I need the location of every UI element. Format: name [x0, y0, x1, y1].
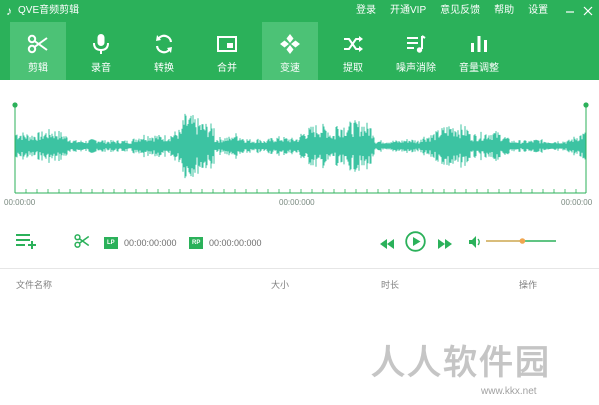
title-menu: 登录 开通VIP 意见反馈 帮助 设置 — [356, 5, 562, 17]
timeline-ticks — [14, 189, 577, 193]
vip-link[interactable]: 开通VIP — [390, 5, 426, 17]
right-handle[interactable] — [583, 102, 589, 108]
tab-cut-label: 剪辑 — [28, 63, 48, 74]
time-end: 00:00:00 — [561, 198, 593, 207]
main-toolbar: 剪辑 录音 转换 合并 变速 提取 噪声消除 音量调整 — [0, 22, 599, 80]
fast-forward-icon[interactable] — [438, 236, 452, 254]
tab-noise-removal[interactable]: 噪声消除 — [388, 22, 444, 80]
merge-icon — [199, 32, 255, 56]
play-icon[interactable] — [405, 231, 426, 257]
waveform-canvas[interactable] — [0, 80, 599, 212]
rp-marker-button[interactable]: RP — [189, 237, 204, 249]
help-link[interactable]: 帮助 — [494, 5, 514, 17]
tab-extract[interactable]: 提取 — [325, 22, 381, 80]
close-icon[interactable] — [581, 3, 595, 19]
left-handle[interactable] — [12, 102, 18, 108]
tab-speed-label: 变速 — [280, 63, 300, 74]
waveform-shape — [15, 113, 586, 179]
column-duration: 时长 — [381, 280, 400, 290]
scissors-icon[interactable] — [73, 232, 91, 255]
app-window: ♪ QVE音频剪辑 登录 开通VIP 意见反馈 帮助 设置 剪辑 录音 转换 合… — [0, 0, 599, 405]
column-actions: 操作 — [519, 280, 538, 290]
tab-volume-adjust-label: 音量调整 — [459, 63, 499, 74]
tab-merge-label: 合并 — [217, 63, 237, 74]
tab-noise-removal-label: 噪声消除 — [396, 63, 436, 74]
lp-time: 00:00:00:000 — [124, 238, 177, 248]
add-file-icon[interactable] — [15, 232, 37, 255]
settings-link[interactable]: 设置 — [528, 5, 548, 17]
column-size: 大小 — [271, 280, 290, 290]
microphone-icon — [73, 32, 129, 56]
app-title: QVE音频剪辑 — [18, 5, 80, 16]
tab-merge[interactable]: 合并 — [199, 22, 255, 80]
title-bar: ♪ QVE音频剪辑 登录 开通VIP 意见反馈 帮助 设置 — [0, 0, 599, 22]
minimize-icon[interactable] — [563, 3, 577, 19]
column-filename: 文件名称 — [16, 280, 53, 290]
noise-removal-icon — [388, 32, 444, 56]
tab-record[interactable]: 录音 — [73, 22, 129, 80]
volume-adjust-icon — [451, 32, 507, 56]
waveform-panel[interactable]: 00:00:00 00:00:000 00:00:00 — [0, 80, 599, 212]
playback-controls: LP 00:00:00:000 RP 00:00:00:000 — [0, 226, 599, 256]
tab-convert[interactable]: 转换 — [136, 22, 192, 80]
app-logo-icon: ♪ — [6, 4, 12, 18]
extract-icon — [325, 32, 381, 56]
speaker-icon[interactable] — [469, 235, 483, 253]
rewind-icon[interactable] — [380, 236, 394, 254]
volume-slider[interactable] — [484, 235, 558, 247]
tab-record-label: 录音 — [91, 63, 111, 74]
time-start: 00:00:00 — [4, 198, 36, 207]
scissors-icon — [10, 32, 66, 56]
tab-speed[interactable]: 变速 — [262, 22, 318, 80]
tab-volume-adjust[interactable]: 音量调整 — [451, 22, 507, 80]
tab-extract-label: 提取 — [343, 63, 363, 74]
volume-knob[interactable] — [519, 238, 526, 244]
rp-time: 00:00:00:000 — [209, 238, 262, 248]
lp-marker-button[interactable]: LP — [104, 237, 118, 249]
file-list: 文件名称 大小 时长 操作 — [0, 268, 599, 405]
speed-icon — [262, 32, 318, 56]
feedback-link[interactable]: 意见反馈 — [440, 5, 480, 17]
tab-convert-label: 转换 — [154, 63, 174, 74]
login-link[interactable]: 登录 — [356, 5, 376, 17]
tab-cut[interactable]: 剪辑 — [10, 22, 66, 80]
time-mid: 00:00:000 — [279, 198, 315, 207]
convert-icon — [136, 32, 192, 56]
